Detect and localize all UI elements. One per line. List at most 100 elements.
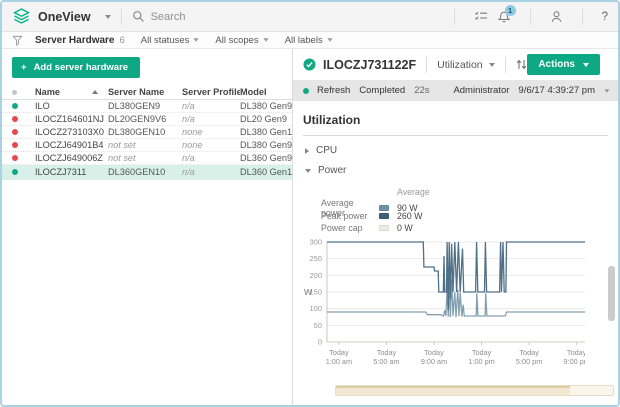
column-header-model[interactable]: Model (240, 87, 292, 97)
oneview-logo-icon[interactable] (12, 8, 31, 25)
time-range-selected-segment[interactable] (336, 386, 570, 395)
user-menu-button[interactable] (550, 10, 563, 23)
cell-server-profile: n/a (182, 153, 240, 163)
status-icon (12, 129, 18, 135)
filter-label: All scopes (215, 35, 258, 46)
view-selector-dropdown[interactable]: Utilization (437, 59, 495, 71)
filter-label: All labels (285, 35, 323, 46)
view-selector-label: Utilization (437, 59, 483, 71)
x-tick-label: Today (472, 348, 492, 357)
actions-button[interactable]: Actions (527, 54, 600, 75)
search-icon (132, 10, 145, 23)
status-ok-check-circle-icon (303, 58, 316, 71)
help-button[interactable]: ? (602, 11, 608, 23)
x-tick-label: Today (519, 348, 539, 357)
status-column-icon[interactable] (12, 90, 17, 95)
notifications-button[interactable]: 1 (497, 10, 511, 24)
y-tick-label: 200 (309, 271, 322, 280)
chevron-down-icon (583, 63, 589, 67)
brand-dropdown-chevron-icon[interactable] (105, 15, 111, 19)
legend-label: Power cap (321, 223, 379, 233)
cell-server-profile: none (182, 140, 240, 150)
checklist-icon (474, 10, 488, 23)
vertical-scrollbar-thumb[interactable] (608, 266, 615, 321)
cell-name: ILOCZJ7311 (35, 167, 108, 177)
cell-server-profile: none (182, 127, 240, 137)
table-row[interactable]: ILOCZJ64901B4 not set none DL380 Gen9 (2, 139, 292, 152)
up-down-arrows-icon[interactable] (516, 58, 527, 71)
divider (505, 57, 506, 73)
legend-value: 260 W (397, 211, 618, 221)
cell-model: DL380 Gen9 (240, 101, 292, 111)
time-range-slider[interactable] (335, 385, 614, 396)
activity-list-button[interactable] (474, 10, 488, 23)
power-utilization-chart: 050100150200250300WToday1:00 amToday5:00… (301, 238, 585, 366)
filter-all-labels[interactable]: All labels (285, 35, 333, 46)
plus-icon: + (21, 62, 27, 73)
cell-name: ILOCZJ64901B4 (35, 140, 108, 150)
power-chart-region: 050100150200250300WToday1:00 amToday5:00… (301, 238, 618, 371)
legend-entry: Average power 90 W (321, 198, 618, 210)
y-tick-label: 100 (309, 304, 322, 313)
table-row[interactable]: ILO DL380GEN9 n/a DL380 Gen9 (2, 100, 292, 113)
task-state: Completed (359, 85, 405, 96)
task-status-icon (303, 88, 309, 94)
task-duration: 22s (414, 85, 429, 96)
filter-bar: Server Hardware 6 All statuses All scope… (2, 32, 618, 49)
series-peak-power (327, 242, 585, 310)
resource-count: 6 (120, 35, 125, 46)
legend-label: Peak power (321, 211, 379, 221)
cell-name: ILO (35, 101, 108, 111)
actions-button-label: Actions (538, 59, 575, 70)
column-header-server-profile[interactable]: Server Profile (182, 87, 240, 97)
column-header-name[interactable]: Name (35, 87, 108, 97)
cell-server-name: not set (108, 140, 182, 150)
task-status-bar: Refresh Completed 22s Administrator 9/6/… (293, 80, 618, 101)
filter-all-statuses[interactable]: All statuses (141, 35, 200, 46)
x-tick-label: Today (377, 348, 397, 357)
x-tick-label: Today (424, 348, 444, 357)
cell-model: DL380 Gen10 (240, 127, 292, 137)
section-cpu-label: CPU (316, 145, 337, 156)
oneview-window: OneView 1 (0, 0, 620, 407)
table-row[interactable]: ILOCZJ649006Z not set n/a DL360 Gen9 (2, 152, 292, 165)
timestamp-dropdown-chevron-icon[interactable] (604, 89, 609, 92)
column-header-server-name[interactable]: Server Name (108, 87, 182, 97)
server-list-panel: + Add server hardware Name Server Name S… (2, 49, 293, 405)
section-cpu[interactable]: CPU (305, 145, 618, 156)
collapsed-triangle-icon (305, 148, 309, 154)
x-tick-label: 1:00 am (326, 357, 352, 366)
filter-funnel-icon[interactable] (12, 35, 23, 46)
page-title: Server Hardware (35, 35, 115, 46)
cell-server-profile: n/a (182, 167, 240, 177)
table-row[interactable]: ILOCZ164601NJ DL20GEN9V6 n/a DL20 Gen9 (2, 113, 292, 126)
status-icon (12, 103, 18, 109)
y-axis-unit-label: W (304, 287, 312, 297)
cell-name: ILOCZJ649006Z (35, 153, 108, 163)
section-title: Utilization (303, 113, 608, 136)
search-input[interactable] (151, 11, 331, 23)
sort-ascending-icon (92, 90, 98, 94)
status-icon (12, 169, 18, 175)
table-row[interactable]: ILOCZ273103X0 DL380GEN10 none DL380 Gen1… (2, 126, 292, 139)
cell-server-profile: n/a (182, 114, 240, 124)
cell-model: DL360 Gen9 (240, 153, 292, 163)
cell-server-name: DL20GEN9V6 (108, 114, 182, 124)
chevron-down-icon (327, 38, 332, 41)
user-name: Administrator (453, 85, 509, 96)
time-range-remainder (570, 386, 613, 395)
filter-all-scopes[interactable]: All scopes (215, 35, 268, 46)
section-power[interactable]: Power (305, 165, 618, 176)
table-row-selected[interactable]: ILOCZJ7311 DL360GEN10 n/a DL360 Gen10 (2, 165, 292, 180)
cell-name: ILOCZ273103X0 (35, 127, 108, 137)
cell-server-name: not set (108, 153, 182, 163)
x-tick-label: 5:00 pm (516, 357, 542, 366)
legend-swatch-average-power (379, 205, 389, 211)
legend-value: 0 W (397, 223, 618, 233)
add-server-hardware-button[interactable]: + Add server hardware (12, 57, 140, 78)
table-header: Name Server Name Server Profile Model (2, 85, 292, 100)
status-icon (12, 142, 18, 148)
cell-server-name: DL360GEN10 (108, 167, 182, 177)
person-icon (550, 10, 563, 23)
cell-server-name: DL380GEN9 (108, 101, 182, 111)
